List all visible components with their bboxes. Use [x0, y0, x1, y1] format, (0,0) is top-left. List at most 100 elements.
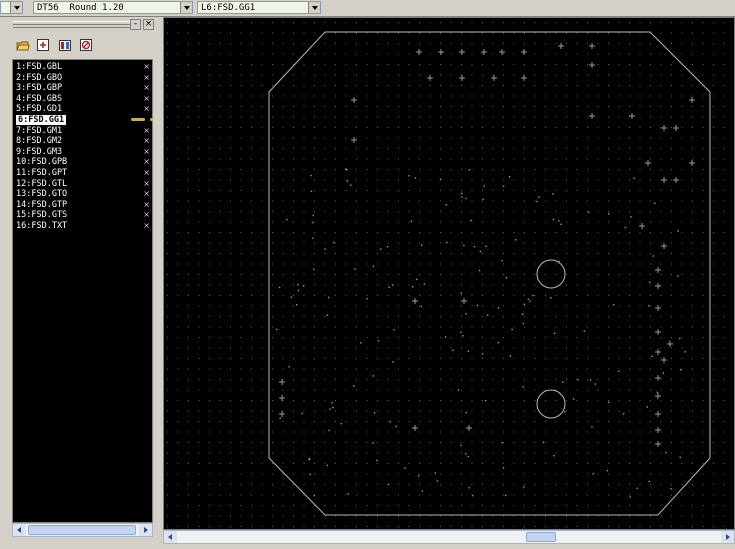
layer-item[interactable]: 2:FSD.GBO ×: [15, 73, 152, 83]
via-dot: [505, 277, 508, 279]
via-dot: [461, 196, 463, 198]
canvas-hscrollbar[interactable]: [163, 530, 735, 544]
via-dot: [313, 268, 315, 271]
via-dot: [485, 245, 487, 247]
layer-item[interactable]: 8:FSD.GM2 ×: [15, 136, 152, 146]
via-dot: [470, 219, 472, 222]
via-dot: [468, 169, 470, 171]
via-dot: [308, 458, 310, 461]
gerber-canvas[interactable]: [163, 17, 735, 530]
close-button[interactable]: ×: [143, 19, 154, 30]
chevron-down-icon[interactable]: [180, 2, 192, 13]
scroll-right-icon[interactable]: [139, 524, 152, 536]
panel-grip[interactable]: [13, 21, 133, 28]
via-dot: [589, 379, 592, 381]
active-layer-marker-end: [150, 118, 153, 121]
scroll-thumb[interactable]: [526, 532, 556, 542]
layer-close-icon[interactable]: ×: [143, 104, 150, 114]
layer-close-icon[interactable]: ×: [143, 126, 150, 136]
chevron-down-icon[interactable]: [308, 2, 320, 13]
via-dot: [583, 330, 585, 332]
layer-item[interactable]: 3:FSD.GBP ×: [15, 83, 152, 93]
layer-close-icon[interactable]: ×: [143, 94, 150, 104]
scroll-thumb[interactable]: [28, 525, 136, 535]
layer-item-label: 1:FSD.GBL: [16, 62, 63, 72]
layer-properties-icon[interactable]: [58, 38, 72, 52]
via-dot: [467, 455, 469, 458]
via-dot: [296, 304, 298, 306]
layer-item[interactable]: 12:FSD.GTL ×: [15, 179, 152, 189]
layer-close-icon[interactable]: ×: [143, 200, 150, 210]
layer-item-label: 10:FSD.GPB: [16, 157, 68, 168]
layer-close-icon[interactable]: ×: [143, 62, 150, 72]
layer-item[interactable]: 13:FSD.GTO ×: [15, 189, 152, 199]
via-dot: [577, 378, 579, 381]
layer-item[interactable]: 10:FSD.GPB ×: [15, 157, 152, 167]
layer-item[interactable]: 15:FSD.GTS ×: [15, 210, 152, 220]
layer-item[interactable]: 4:FSD.GBS ×: [15, 94, 152, 104]
via-dot: [404, 467, 406, 469]
via-dot: [542, 441, 545, 444]
via-dot: [417, 475, 420, 477]
via-dot: [297, 284, 299, 286]
scroll-left-icon[interactable]: [13, 524, 26, 536]
via-dot: [420, 244, 423, 246]
via-dot: [633, 177, 635, 179]
board-view[interactable]: [164, 18, 734, 529]
via-dot: [652, 255, 654, 257]
layer-close-icon[interactable]: ×: [143, 179, 150, 189]
via-dot: [288, 366, 290, 368]
delete-layer-icon[interactable]: [79, 38, 93, 52]
via-dot: [331, 401, 333, 404]
layer-list-hscrollbar[interactable]: [12, 523, 153, 537]
via-dot: [592, 473, 594, 475]
chevron-down-icon[interactable]: [10, 2, 22, 13]
tool-combo[interactable]: DT56 Round 1.20: [33, 1, 193, 14]
layer-item-label: 6:FSD.GG1: [16, 115, 67, 125]
add-layer-icon[interactable]: [36, 38, 50, 52]
scroll-right-icon[interactable]: [721, 531, 734, 543]
via-dot: [522, 322, 525, 325]
layer-item[interactable]: 9:FSD.GM3 ×: [15, 147, 152, 157]
via-dot: [618, 370, 620, 373]
layer-combo[interactable]: L6:FSD.GG1: [197, 1, 321, 14]
layer-close-icon[interactable]: ×: [143, 210, 150, 220]
via-dot: [529, 300, 531, 302]
via-dot: [651, 355, 653, 357]
view-combo[interactable]: [0, 1, 23, 14]
layer-item[interactable]: 11:FSD.GPT ×: [15, 168, 152, 178]
panel-toolbar: [10, 36, 155, 58]
via-dot: [310, 190, 313, 192]
via-dot: [395, 425, 397, 428]
layer-close-icon[interactable]: ×: [143, 83, 150, 93]
layer-close-icon[interactable]: ×: [143, 147, 150, 157]
via-dot: [386, 246, 389, 248]
via-dot: [629, 496, 631, 498]
via-dot: [508, 176, 511, 178]
layer-item-label: 11:FSD.GPT: [16, 168, 68, 178]
via-dot: [515, 239, 517, 241]
via-dot: [646, 406, 648, 408]
layer-item[interactable]: 16:FSD.TXT ×: [15, 221, 152, 231]
layer-item[interactable]: 7:FSD.GM1 ×: [15, 126, 152, 136]
layer-close-icon[interactable]: ×: [143, 73, 150, 83]
tool-combo-value: DT56 Round 1.20: [37, 3, 124, 13]
layer-close-icon[interactable]: ×: [143, 136, 150, 146]
layer-close-icon[interactable]: ×: [143, 157, 150, 167]
layer-close-icon[interactable]: ×: [143, 221, 150, 231]
minimize-button[interactable]: -: [130, 19, 141, 30]
scroll-left-icon[interactable]: [164, 531, 177, 543]
via-dot: [558, 260, 560, 263]
via-dot: [554, 332, 556, 334]
via-dot: [504, 494, 507, 497]
via-dot: [607, 401, 610, 403]
via-dot: [523, 486, 525, 488]
layer-close-icon[interactable]: ×: [143, 189, 150, 199]
layer-item[interactable]: 5:FSD.GD1 ×: [15, 104, 152, 114]
layer-item[interactable]: 1:FSD.GBL ×: [15, 62, 152, 72]
layer-item[interactable]: 14:FSD.GTP ×: [15, 200, 152, 210]
via-dot: [312, 237, 314, 239]
via-dot: [380, 248, 382, 250]
open-folder-icon[interactable]: [16, 38, 30, 52]
layer-close-icon[interactable]: ×: [143, 168, 150, 178]
